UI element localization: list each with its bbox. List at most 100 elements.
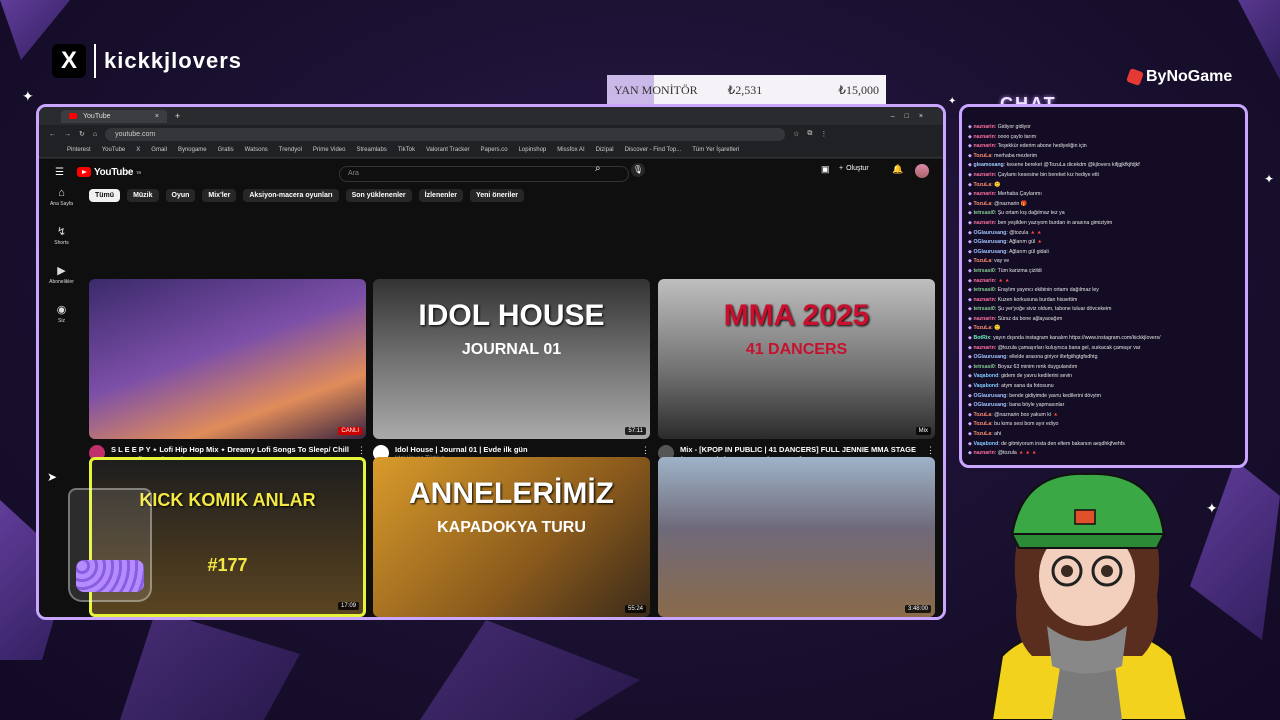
bookmark-item[interactable]: YouTube xyxy=(102,147,126,153)
chat-username[interactable]: TozuLa xyxy=(973,412,991,418)
filter-chip[interactable]: Mix'ler xyxy=(202,189,237,202)
bookmark-item[interactable]: Valorant Tracker xyxy=(426,147,470,153)
chat-username[interactable]: naznarin xyxy=(973,316,994,322)
chat-username[interactable]: tetrsasi0 xyxy=(973,268,994,274)
url-field[interactable]: youtube.com xyxy=(105,127,786,141)
chat-username[interactable]: TozuLa xyxy=(973,421,991,427)
video-thumbnail[interactable]: CANLI xyxy=(89,279,366,439)
close-tab-icon[interactable]: × xyxy=(155,113,159,120)
chat-username[interactable]: tetrsasi0 xyxy=(973,210,994,216)
avatar[interactable] xyxy=(915,164,929,178)
bookmark-star-icon[interactable]: ☆ xyxy=(793,130,799,138)
create-button[interactable]: + Oluştur xyxy=(839,165,869,172)
tab-youtube[interactable]: YouTube × xyxy=(61,109,167,123)
chat-username[interactable]: OGlaurusang xyxy=(973,249,1006,255)
video-thumbnail[interactable]: 3:48:00 xyxy=(658,457,935,617)
video-card[interactable]: CANLI S L E E P Y ⋆ Lofi Hip Hop Mix ⋆ Dr… xyxy=(89,279,366,483)
search-icon[interactable]: ⌕ xyxy=(595,163,601,174)
sidebar-item-shorts[interactable]: ↯ Shorts xyxy=(39,225,84,246)
bookmark-item[interactable]: Streamlabs xyxy=(356,147,386,153)
sidebar-item-home[interactable]: ⌂ Ana Sayfa xyxy=(39,187,84,207)
bookmark-item[interactable]: Gratis xyxy=(218,147,234,153)
sidebar-item-you[interactable]: ◉ Siz xyxy=(39,303,84,324)
chat-username[interactable]: naznarin xyxy=(973,124,994,130)
sidebar-item-subscriptions[interactable]: ▶ Abonelikler xyxy=(39,264,84,285)
chat-username[interactable]: OGlaurusang xyxy=(973,239,1006,245)
video-title[interactable]: Idol House | Journal 01 | Evde ilk gün xyxy=(395,445,635,455)
bookmark-item[interactable]: Lopinshop xyxy=(519,147,547,153)
chat-username[interactable]: Vaqabond xyxy=(973,441,998,447)
home-icon[interactable]: ⌂ xyxy=(93,131,97,138)
hamburger-menu-icon[interactable]: ☰ xyxy=(55,167,67,178)
filter-chip[interactable]: Oyun xyxy=(165,189,196,202)
filter-chip[interactable]: Aksiyon-macera oyunları xyxy=(243,189,339,202)
bookmark-item[interactable]: X xyxy=(136,147,140,153)
chat-badge-icon: ◆ xyxy=(968,229,972,236)
chat-username[interactable]: Vaqabond xyxy=(973,383,998,389)
search-input[interactable]: Ara xyxy=(339,166,629,182)
filter-chip[interactable]: Müzik xyxy=(127,189,159,202)
notifications-icon[interactable]: 🔔 xyxy=(892,164,903,175)
chat-username[interactable]: Vaqabond xyxy=(973,373,998,379)
chat-username[interactable]: naznarin xyxy=(973,191,994,197)
chat-username[interactable]: TozuLa xyxy=(973,153,991,159)
chat-username[interactable]: naznarin xyxy=(973,172,994,178)
chat-username[interactable]: tetrsasi0 xyxy=(973,364,994,370)
chat-username[interactable]: TozuLa xyxy=(973,431,991,437)
chat-username[interactable]: tetrsasi0 xyxy=(973,287,994,293)
bookmark-item[interactable]: Tüm Yer İşaretleri xyxy=(692,147,739,153)
bookmark-item[interactable]: Dizipal xyxy=(596,147,614,153)
extensions-icon[interactable]: ⧉ xyxy=(807,130,812,138)
bookmark-item[interactable]: TikTok xyxy=(398,147,415,153)
chat-username[interactable]: naznarin xyxy=(973,450,994,456)
chat-username[interactable]: naznarin xyxy=(973,134,994,140)
forward-icon[interactable]: → xyxy=(64,131,71,138)
chat-username[interactable]: gleamosang xyxy=(973,162,1003,168)
cast-icon[interactable]: ▣ xyxy=(821,164,830,175)
video-card[interactable]: ANNELERİMİZ KAPADOKYA TURU 55:24ANNELERİMİ… xyxy=(373,457,650,617)
chat-username[interactable]: naznarin xyxy=(973,278,994,284)
chat-username[interactable]: naznarin xyxy=(973,220,994,226)
bookmark-item[interactable]: Bynogame xyxy=(178,147,207,153)
bookmark-item[interactable]: Missfox AI xyxy=(557,147,584,153)
filter-chip[interactable]: İzlenenler xyxy=(418,189,463,202)
reload-icon[interactable]: ↻ xyxy=(79,130,85,138)
chat-username[interactable]: OGlaurusang xyxy=(973,354,1006,360)
youtube-logo[interactable]: YouTube TR xyxy=(77,167,141,178)
chat-username[interactable]: OGlaurusang xyxy=(973,393,1006,399)
video-card[interactable]: IDOL HOUSE JOURNAL 01 57:11 Idol House | Jo… xyxy=(373,279,650,473)
chat-username[interactable]: BotRix xyxy=(973,335,990,341)
chat-username[interactable]: naznarin xyxy=(973,143,994,149)
chat-username[interactable]: tetrsasi0 xyxy=(973,306,994,312)
bookmark-item[interactable]: Pinterest xyxy=(67,147,91,153)
filter-chip[interactable]: Son yüklenenler xyxy=(345,189,412,202)
bookmark-item[interactable]: Discover - Find Top... xyxy=(625,147,682,153)
chat-username[interactable]: TozuLa xyxy=(973,201,991,207)
chat-username[interactable]: OGlaurusang xyxy=(973,230,1006,236)
window-controls[interactable]: –□× xyxy=(891,113,933,120)
chat-username[interactable]: naznarin xyxy=(973,345,994,351)
chat-message: ◆ naznarin: Kuzen korkusuna burdan hisse… xyxy=(968,296,1078,303)
bookmark-item[interactable]: Watsons xyxy=(245,147,268,153)
chat-username[interactable]: TozuLa xyxy=(973,325,991,331)
video-thumbnail[interactable]: IDOL HOUSE JOURNAL 01 57:11 xyxy=(373,279,650,439)
chat-username[interactable]: naznarin xyxy=(973,297,994,303)
bookmark-item[interactable]: Prime Video xyxy=(313,147,346,153)
video-thumbnail[interactable]: ANNELERİMİZ KAPADOKYA TURU 55:24 xyxy=(373,457,650,617)
chat-username[interactable]: TozuLa xyxy=(973,258,991,264)
chat-message: ◆ naznarin: Çaylamı kesesine bin bereket… xyxy=(968,171,1099,178)
mic-icon[interactable]: 🎙 xyxy=(631,163,645,177)
chat-username[interactable]: TozuLa xyxy=(973,182,991,188)
video-card[interactable]: MMA 2025 41 DANCERS Mix Mix - [KPOP IN PUBL… xyxy=(658,279,935,474)
back-icon[interactable]: ← xyxy=(49,131,56,138)
bookmark-item[interactable]: Trendyol xyxy=(279,147,302,153)
video-thumbnail[interactable]: MMA 2025 41 DANCERS Mix xyxy=(658,279,935,439)
menu-icon[interactable]: ⋮ xyxy=(820,130,827,138)
chat-username[interactable]: OGlaurusang xyxy=(973,402,1006,408)
filter-chip[interactable]: Yeni öneriler xyxy=(469,189,524,202)
bookmark-item[interactable]: Gmail xyxy=(151,147,167,153)
new-tab-button[interactable]: + xyxy=(175,111,180,121)
video-card[interactable]: 3:48:00quiet city plays in the 1950s wit… xyxy=(658,457,935,617)
bookmark-item[interactable]: Papers.co xyxy=(481,147,508,153)
filter-chip[interactable]: Tümü xyxy=(89,189,121,202)
